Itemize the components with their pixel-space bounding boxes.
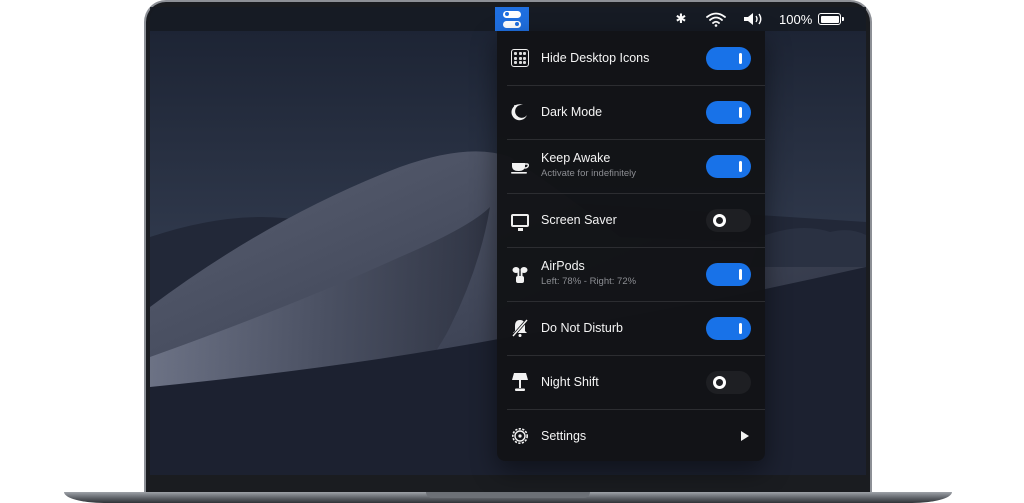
monitor-icon (509, 209, 531, 231)
row-title: Dark Mode (541, 105, 603, 119)
row-title: Screen Saver (541, 213, 617, 227)
dark-mode-toggle[interactable] (706, 100, 751, 124)
battery-percentage[interactable]: 100% (779, 7, 812, 31)
bluetooth-icon[interactable]: ✱ (673, 7, 689, 31)
bluetooth-glyph: ✱ (675, 11, 687, 26)
bell-slash-icon (509, 317, 531, 339)
gear-icon (509, 425, 531, 447)
macbook-mockup: ✱ 100% Hide Desktop Icons Dark Mode Keep… (0, 0, 1024, 503)
row-do-not-disturb[interactable]: Do Not Disturb (497, 301, 765, 355)
row-settings[interactable]: Settings (497, 409, 765, 463)
screen-saver-toggle[interactable] (706, 208, 751, 232)
row-hide-desktop-icons[interactable]: Hide Desktop Icons (497, 31, 765, 85)
row-title: Settings (541, 429, 587, 443)
desktop-icons-grid-icon (509, 47, 531, 69)
lamp-icon (509, 371, 531, 393)
toggle-pill-icon (503, 20, 521, 28)
row-subtitle: Activate for indefinitely (541, 168, 637, 179)
toggle-pill-icon (503, 10, 521, 18)
hide-desktop-icons-toggle[interactable] (706, 46, 751, 70)
battery-icon[interactable] (818, 7, 844, 31)
battery-level (818, 13, 844, 25)
wifi-glyph (706, 12, 726, 27)
row-night-shift[interactable]: Night Shift (497, 355, 765, 409)
laptop-base-notch (426, 492, 590, 498)
row-title: Hide Desktop Icons (541, 51, 650, 65)
row-subtitle: Left: 78% - Right: 72% (541, 276, 637, 287)
volume-icon[interactable] (742, 7, 766, 31)
row-keep-awake[interactable]: Keep Awake Activate for indefinitely (497, 139, 765, 193)
row-screen-saver[interactable]: Screen Saver (497, 193, 765, 247)
night-shift-toggle[interactable] (706, 370, 751, 394)
wifi-icon[interactable] (704, 7, 728, 31)
coffee-cup-icon (509, 155, 531, 177)
do-not-disturb-toggle[interactable] (706, 316, 751, 340)
airpods-icon (509, 263, 531, 285)
toggles-dropdown-panel: Hide Desktop Icons Dark Mode Keep Awake … (497, 31, 765, 461)
row-dark-mode[interactable]: Dark Mode (497, 85, 765, 139)
app-menu-extra-icon[interactable] (495, 7, 529, 31)
keep-awake-toggle[interactable] (706, 154, 751, 178)
row-title: Keep Awake (541, 151, 611, 165)
moon-icon (509, 101, 531, 123)
row-title: Do Not Disturb (541, 321, 623, 335)
row-title: AirPods (541, 259, 585, 273)
row-airpods[interactable]: AirPods Left: 78% - Right: 72% (497, 247, 765, 301)
speaker-glyph (744, 13, 762, 25)
airpods-toggle[interactable] (706, 262, 751, 286)
row-title: Night Shift (541, 375, 599, 389)
chevron-right-icon[interactable] (741, 431, 749, 441)
